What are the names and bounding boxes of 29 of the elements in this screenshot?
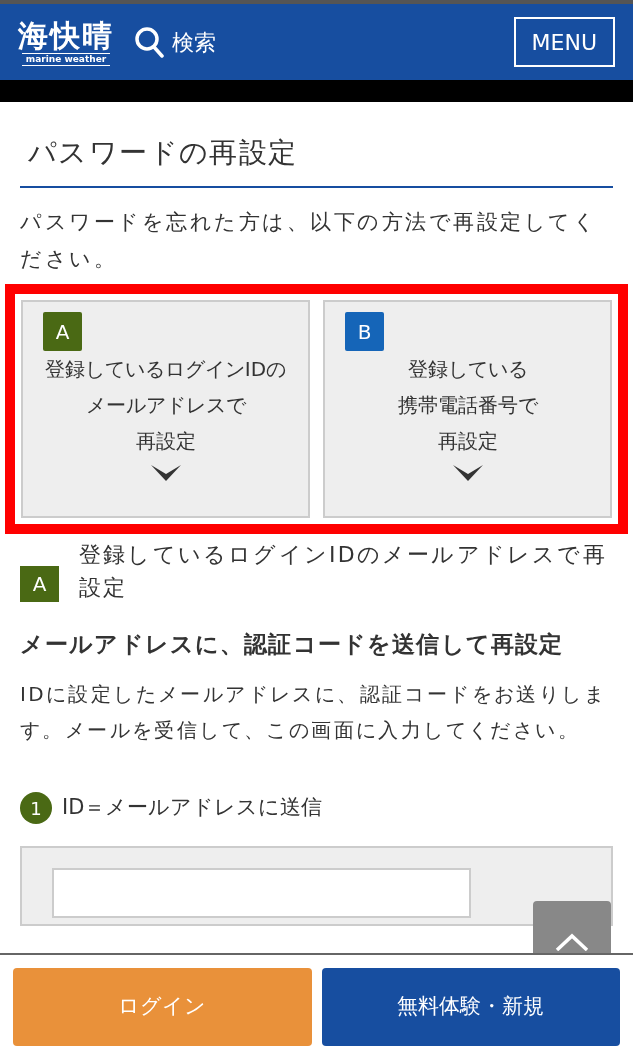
section-title: 登録しているログインIDのメールアドレスで再設定 [79,541,608,602]
menu-button[interactable]: MENU [513,17,615,67]
option-text: 登録している [407,356,528,383]
description-text: IDに設定したメールアドレスに、認証コードをお送りします。メールを受信して、この画面に入力してください。 [20,681,608,744]
option-text: メールアドレスで [85,392,246,419]
signup-button[interactable]: 無料体験・新規 [321,968,620,1046]
option-card[interactable]: A 登録しているログインIDの メールアドレスで 再設定 [21,300,310,518]
page-title: パスワードの再設定 [20,102,613,188]
chevron-down-icon [452,465,483,481]
scroll-top-button[interactable] [533,901,611,953]
logo-tagline: marine weather [21,52,111,66]
chevron-down-icon [150,465,181,481]
option-text: 登録しているログインIDの [44,356,287,383]
option-badge: B [345,312,384,351]
step-label: ID＝メールアドレスに送信 [62,794,323,822]
option-badge: A [43,312,82,351]
option-text: 再設定 [437,428,498,455]
logo[interactable]: 海快晴 [18,18,114,53]
step-number: 1 [20,792,52,824]
chevron-up-icon [555,933,589,951]
search-icon [134,26,164,58]
search-button[interactable]: 検索 [134,25,216,59]
option-text: 再設定 [135,428,196,455]
section-badge: A [20,566,59,602]
input-field[interactable] [52,868,471,918]
intro-text: パスワードを忘れた方は、以下の方法で再設定してください。 [20,209,599,273]
option-text: 携帯電話番号で [397,392,538,419]
subheading: メールアドレスに、認証コードを送信して再設定 [20,630,565,658]
option-card[interactable]: B 登録している 携帯電話番号で 再設定 [323,300,612,518]
